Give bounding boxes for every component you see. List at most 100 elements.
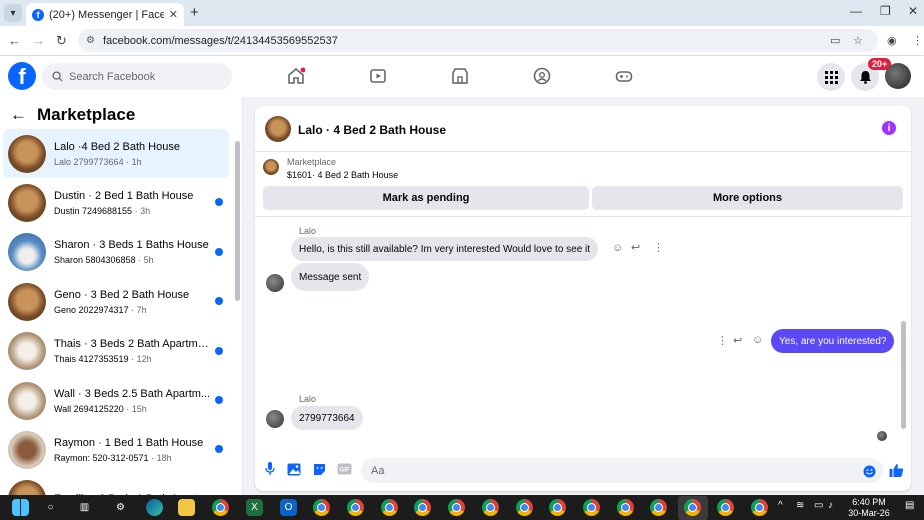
taskbar-clock[interactable]: 6:40 PM 30-Mar-26 bbox=[840, 497, 898, 519]
conversation-item[interactable]: Dustin · 2 Bed 1 Bath House Dustin 724968… bbox=[3, 178, 229, 227]
reload-icon[interactable]: ↻ bbox=[56, 33, 67, 49]
more-actions-icon[interactable]: ⋮ bbox=[653, 241, 664, 254]
sender-avatar[interactable] bbox=[266, 410, 284, 428]
conversation-contact: Wall 2694125220 bbox=[54, 403, 124, 414]
reply-icon[interactable]: ↩ bbox=[631, 241, 640, 254]
facebook-header: f bbox=[0, 56, 924, 97]
sidebar-scrollbar[interactable] bbox=[235, 141, 240, 301]
browser-menu-icon[interactable]: ⋮ bbox=[912, 34, 923, 47]
chrome-icon[interactable] bbox=[313, 499, 330, 516]
chrome-icon[interactable] bbox=[684, 499, 701, 516]
more-options-button[interactable]: More options bbox=[592, 186, 903, 210]
tray-overflow-icon[interactable]: ^ bbox=[778, 500, 783, 511]
mark-as-pending-button[interactable]: Mark as pending bbox=[263, 186, 589, 210]
conversation-item[interactable]: Sharon · 3 Beds 1 Baths House Sharon 5804… bbox=[3, 228, 229, 277]
chat-listing-avatar[interactable] bbox=[265, 116, 291, 142]
message-input[interactable] bbox=[361, 458, 883, 483]
search-icon[interactable]: ○ bbox=[42, 499, 59, 516]
task-view-icon[interactable]: ▥ bbox=[76, 499, 93, 516]
profile-avatar[interactable] bbox=[885, 63, 911, 89]
video-icon[interactable] bbox=[368, 67, 388, 85]
chrome-icon[interactable] bbox=[414, 499, 431, 516]
window-close-icon[interactable]: ✕ bbox=[908, 4, 918, 18]
chrome-icon[interactable] bbox=[482, 499, 499, 516]
chrome-icon[interactable] bbox=[650, 499, 667, 516]
chrome-icon[interactable] bbox=[381, 499, 398, 516]
site-info-icon[interactable]: ⚙ bbox=[86, 35, 95, 46]
sender-avatar[interactable] bbox=[266, 274, 284, 292]
conversation-item[interactable]: Geno · 3 Bed 2 Bath House Geno 2022974317… bbox=[3, 277, 229, 326]
chrome-icon[interactable] bbox=[549, 499, 566, 516]
notifications-icon[interactable]: ▤ bbox=[905, 500, 914, 511]
conversation-text: Sharon · 3 Beds 1 Baths House Sharon 5804… bbox=[54, 239, 212, 265]
conversation-time: · 12h bbox=[131, 354, 152, 365]
react-emoji-icon[interactable]: ☺ bbox=[752, 334, 763, 346]
unread-dot-icon bbox=[215, 445, 223, 454]
chrome-icon[interactable] bbox=[516, 499, 533, 516]
incoming-message[interactable]: Message sent bbox=[291, 263, 370, 291]
back-arrow-icon[interactable]: ← bbox=[10, 105, 27, 125]
incoming-message[interactable]: Hello, is this still available? Im very … bbox=[291, 237, 599, 261]
search-input[interactable] bbox=[69, 70, 219, 83]
maximize-icon[interactable]: ❐ bbox=[880, 4, 891, 18]
listing-banner[interactable]: Marketplace $1601· 4 Bed 2 Bath House bbox=[255, 152, 911, 184]
facebook-logo-icon[interactable]: f bbox=[8, 62, 36, 90]
gif-icon[interactable]: GIF bbox=[336, 462, 352, 476]
back-icon[interactable]: ← bbox=[8, 33, 21, 48]
new-tab-icon[interactable]: + bbox=[190, 4, 199, 21]
chrome-icon[interactable] bbox=[448, 499, 465, 516]
conversation-time: · 18h bbox=[151, 453, 172, 464]
edge-icon[interactable] bbox=[146, 499, 163, 516]
conversation-item[interactable]: Familia · 3 Beds 1 Bath Apartme... bbox=[3, 475, 229, 495]
windows-start-icon[interactable] bbox=[12, 499, 29, 516]
bookmark-star-icon[interactable]: ☆ bbox=[853, 34, 863, 47]
chrome-icon[interactable] bbox=[751, 499, 768, 516]
chat-scrollbar[interactable] bbox=[901, 321, 906, 429]
chrome-icon[interactable] bbox=[583, 499, 600, 516]
reply-icon[interactable]: ↩ bbox=[733, 334, 742, 347]
chrome-icon[interactable] bbox=[717, 499, 734, 516]
forward-icon[interactable]: → bbox=[32, 33, 45, 48]
install-app-icon[interactable]: ▭ bbox=[830, 34, 840, 47]
photo-icon[interactable] bbox=[287, 462, 301, 476]
more-actions-icon[interactable]: ⋮ bbox=[717, 334, 728, 347]
conversation-contact: Thais 4127353519 bbox=[54, 354, 129, 365]
marketplace-icon[interactable] bbox=[450, 67, 470, 85]
conversation-item[interactable]: Raymon · 1 Bed 1 Bath House Raymon: 520-3… bbox=[3, 425, 229, 474]
home-icon[interactable] bbox=[286, 67, 306, 85]
emoji-icon[interactable] bbox=[862, 464, 876, 478]
microphone-icon[interactable] bbox=[263, 462, 277, 476]
tab-search-icon[interactable]: ▾ bbox=[4, 4, 22, 22]
conversation-item[interactable]: Lalo ·4 Bed 2 Bath House Lalo 2799773664 … bbox=[3, 129, 229, 179]
react-emoji-icon[interactable]: ☺ bbox=[612, 242, 623, 254]
groups-icon[interactable] bbox=[532, 67, 552, 85]
thumbs-up-icon[interactable] bbox=[888, 462, 904, 478]
browser-tab-bar: ▾ f (20+) Messenger | Facebook ✕ + — ❐ ✕ bbox=[0, 0, 924, 26]
chrome-icon[interactable] bbox=[617, 499, 634, 516]
tab-close-icon[interactable]: ✕ bbox=[169, 8, 178, 21]
outgoing-message[interactable]: Yes, are you interested? bbox=[771, 329, 895, 353]
url-field[interactable]: ⚙ facebook.com/messages/t/24134453569552… bbox=[78, 29, 878, 52]
battery-icon[interactable]: ▭ bbox=[814, 500, 823, 511]
gaming-icon[interactable] bbox=[614, 67, 634, 85]
chat-title[interactable]: Lalo · 4 Bed 2 Bath House bbox=[298, 123, 446, 137]
file-explorer-icon[interactable] bbox=[178, 499, 195, 516]
conversation-item[interactable]: Thais · 3 Beds 2 Bath Apartme... Thais 41… bbox=[3, 327, 229, 376]
info-icon[interactable]: i bbox=[882, 121, 896, 135]
sticker-icon[interactable] bbox=[312, 462, 326, 476]
conversation-list: Lalo ·4 Bed 2 Bath House Lalo 2799773664 … bbox=[3, 129, 229, 495]
conversation-item[interactable]: Wall · 3 Beds 2.5 Bath Apartm... Wall 269… bbox=[3, 376, 229, 425]
minimize-icon[interactable]: — bbox=[850, 4, 862, 18]
wifi-icon[interactable]: ≋ bbox=[796, 500, 804, 511]
incoming-message[interactable]: 2799773664 bbox=[291, 406, 363, 430]
browser-tab[interactable]: f (20+) Messenger | Facebook ✕ bbox=[26, 3, 184, 26]
menu-grid-icon[interactable] bbox=[817, 63, 845, 91]
chrome-icon[interactable] bbox=[347, 499, 364, 516]
excel-icon[interactable]: X bbox=[246, 499, 263, 516]
chrome-color-icon[interactable] bbox=[212, 499, 229, 516]
profile-icon[interactable]: ◉ bbox=[887, 34, 897, 47]
settings-icon[interactable]: ⚙ bbox=[112, 499, 129, 516]
outlook-icon[interactable]: O bbox=[280, 499, 297, 516]
volume-icon[interactable]: ♪ bbox=[828, 500, 833, 511]
facebook-search[interactable] bbox=[42, 63, 232, 90]
